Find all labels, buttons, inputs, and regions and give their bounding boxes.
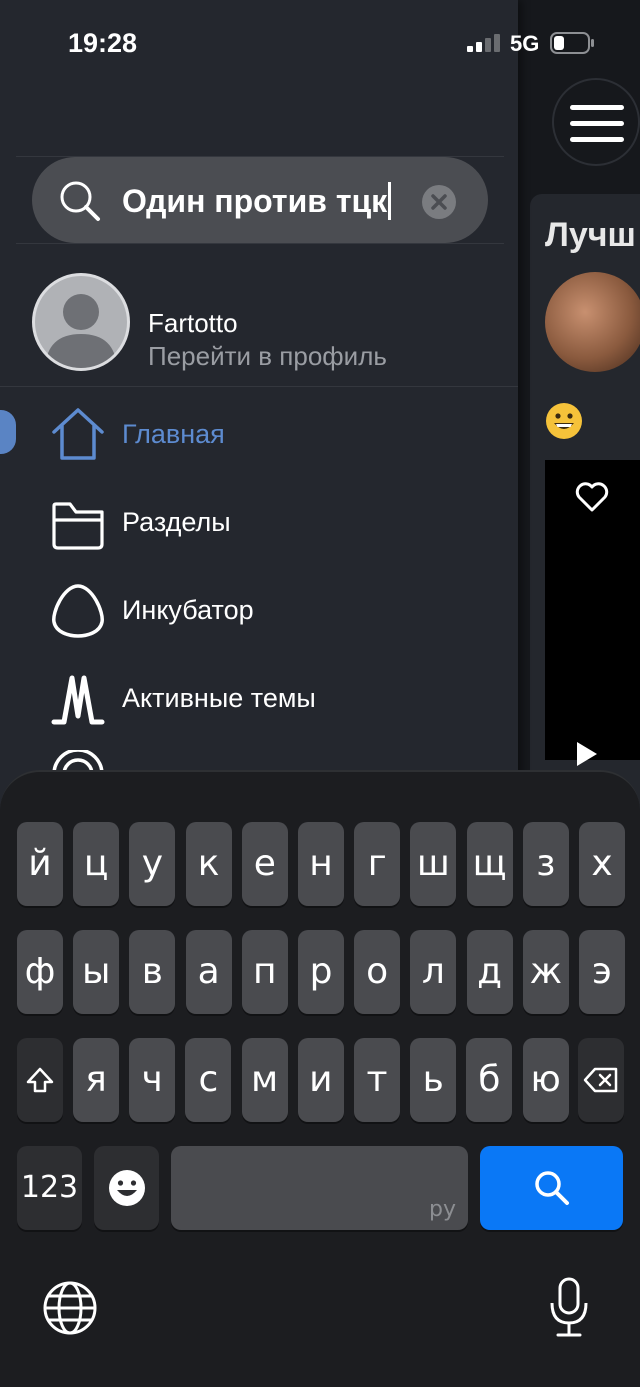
divider — [16, 243, 504, 244]
nav-item-incubator[interactable]: Инкубатор — [0, 574, 518, 644]
key[interactable]: е — [241, 822, 288, 906]
key[interactable]: т — [354, 1038, 400, 1122]
microphone-icon[interactable] — [548, 1277, 590, 1339]
video-preview[interactable] — [545, 460, 640, 766]
key[interactable]: й — [17, 822, 63, 906]
key[interactable]: ю — [522, 1038, 569, 1122]
key[interactable]: ф — [17, 930, 63, 1014]
key[interactable]: г — [354, 822, 401, 906]
key[interactable]: э — [579, 930, 625, 1014]
shift-key[interactable] — [17, 1038, 63, 1122]
key[interactable]: ь — [410, 1038, 457, 1122]
nav-item-active-topics[interactable]: Активные темы — [0, 662, 518, 732]
avatar[interactable] — [32, 273, 130, 371]
nav-label: Активные темы — [122, 683, 316, 713]
key[interactable]: м — [241, 1038, 288, 1122]
key[interactable]: д — [466, 930, 513, 1014]
folder-icon — [52, 502, 104, 550]
key[interactable]: н — [298, 822, 344, 906]
space-key[interactable]: ру — [171, 1146, 468, 1230]
numbers-key[interactable]: 123 — [17, 1146, 82, 1230]
home-icon — [52, 408, 104, 460]
key[interactable]: ж — [522, 930, 569, 1014]
key[interactable]: х — [579, 822, 625, 906]
search-key[interactable] — [480, 1146, 623, 1230]
network-type: 5G — [510, 31, 540, 56]
backspace-key[interactable] — [578, 1038, 624, 1122]
keyboard-language-label: ру — [429, 1197, 456, 1222]
key[interactable]: в — [129, 930, 176, 1014]
nav-item-home[interactable]: Главная — [0, 398, 518, 468]
key[interactable]: л — [410, 930, 457, 1014]
heart-icon[interactable] — [575, 482, 609, 512]
nav-label: Главная — [122, 419, 225, 449]
text-caret — [388, 181, 392, 220]
key[interactable]: з — [522, 822, 569, 906]
key[interactable]: о — [354, 930, 401, 1014]
search-icon — [60, 181, 100, 221]
nav-item-sections[interactable]: Разделы — [0, 486, 518, 556]
activity-icon — [51, 675, 105, 725]
divider — [0, 386, 518, 387]
grinning-emoji-icon — [546, 403, 582, 439]
key[interactable]: к — [185, 822, 232, 906]
key[interactable]: а — [185, 930, 232, 1014]
key[interactable]: ш — [410, 822, 457, 906]
globe-icon[interactable] — [42, 1280, 98, 1336]
onscreen-keyboard: 123 ру йцукенгшщзх фывапролджэ ячсмитьбю — [0, 770, 640, 1387]
key[interactable]: у — [129, 822, 176, 906]
play-icon[interactable] — [577, 742, 597, 766]
author-avatar[interactable] — [545, 272, 640, 372]
status-time: 19:28 — [68, 28, 138, 58]
card-title: Лучш — [545, 216, 636, 254]
key[interactable]: ы — [73, 930, 120, 1014]
key[interactable]: ч — [129, 1038, 176, 1122]
emoji-key[interactable] — [94, 1146, 159, 1230]
egg-icon — [52, 584, 104, 638]
key[interactable]: ц — [73, 822, 120, 906]
key[interactable]: б — [466, 1038, 513, 1122]
search-input[interactable]: Один против тцк — [122, 183, 387, 219]
nav-label: Инкубатор — [122, 595, 254, 625]
key[interactable]: щ — [466, 822, 513, 906]
clear-icon[interactable] — [422, 185, 456, 219]
nav-label: Разделы — [122, 507, 231, 537]
battery-icon — [550, 32, 594, 54]
search-field[interactable]: Один против тцк — [32, 157, 488, 243]
profile-name[interactable]: Fartotto — [148, 308, 238, 339]
key[interactable]: с — [185, 1038, 232, 1122]
key[interactable]: п — [241, 930, 288, 1014]
cellular-signal-icon — [467, 34, 500, 52]
profile-link[interactable]: Перейти в профиль — [148, 341, 387, 372]
key[interactable]: и — [297, 1038, 344, 1122]
key[interactable]: р — [298, 930, 344, 1014]
menu-button[interactable] — [552, 78, 640, 166]
key[interactable]: я — [73, 1038, 119, 1122]
